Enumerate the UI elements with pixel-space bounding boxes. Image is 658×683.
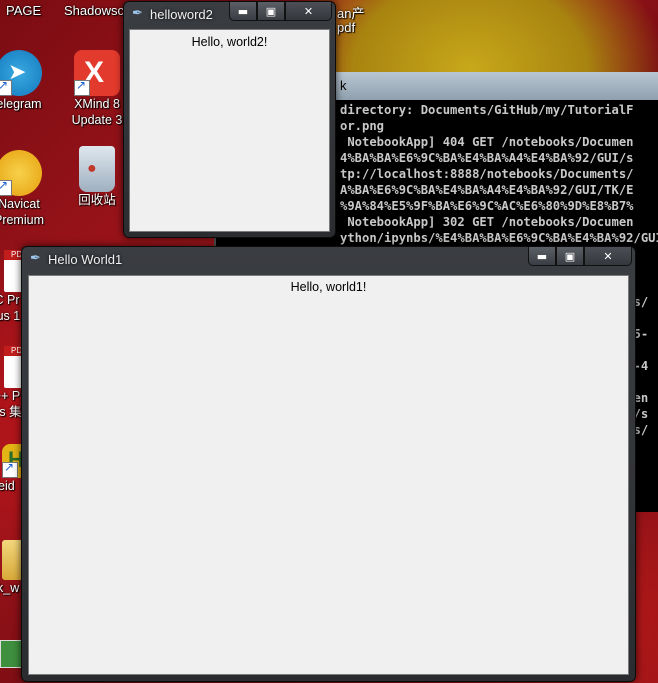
window-client-area[interactable]: Hello, world2!: [129, 29, 330, 232]
desktop-icon-telegram[interactable]: ➤ elegram: [0, 50, 52, 112]
desktop-icon-xmind[interactable]: X XMind 8 Update 3: [64, 50, 130, 128]
feather-icon: ✒: [30, 251, 41, 266]
shortcut-arrow-icon: [0, 178, 12, 196]
close-button[interactable]: ✕: [584, 247, 632, 266]
close-button[interactable]: ✕: [285, 2, 332, 21]
desktop-icon-recycle-bin[interactable]: ● 回收站: [64, 146, 130, 208]
shortcut-arrow-icon: [2, 460, 18, 478]
shortcut-arrow-icon: [74, 78, 90, 96]
recycle-bin-icon: ●: [79, 146, 115, 192]
window-hello-world1[interactable]: ✒ Hello World1 ▬ ▣ ✕ Hello, world1!: [21, 246, 636, 682]
xmind-icon: X: [74, 50, 120, 96]
minimize-button[interactable]: ▬: [528, 247, 556, 266]
feather-icon: ✒: [132, 6, 143, 21]
hello-label: Hello, world2!: [191, 35, 268, 49]
shortcut-arrow-icon: [0, 78, 12, 96]
window-title: helloword2: [150, 7, 213, 22]
maximize-button[interactable]: ▣: [556, 247, 584, 266]
desktop-icon-label: Update 3: [71, 113, 123, 127]
desktop-icon-label: Navicat: [0, 197, 40, 211]
minimize-button[interactable]: ▬: [229, 2, 257, 21]
window-helloword2[interactable]: ✒ helloword2 ▬ ▣ ✕ Hello, world2!: [123, 1, 336, 238]
spreadsheet-icon[interactable]: [0, 640, 22, 668]
window-controls: ▬ ▣ ✕: [528, 247, 632, 266]
desktop-icon-label: elegram: [0, 97, 42, 111]
telegram-icon: ➤: [0, 50, 42, 96]
desktop-icon-label: XMind 8: [74, 97, 120, 111]
desktop-icon-label: 回收站: [78, 193, 116, 207]
window-title: Hello World1: [48, 252, 123, 267]
window-client-area[interactable]: Hello, world1!: [28, 275, 629, 675]
taskbar-item-file-ext[interactable]: pdf: [337, 20, 355, 35]
desktop-icon-navicat[interactable]: Navicat Premium: [0, 150, 52, 228]
maximize-button[interactable]: ▣: [257, 2, 285, 21]
taskbar-item-shadowsocks[interactable]: Shadowsc: [64, 3, 124, 18]
console-title: k: [340, 78, 347, 93]
navicat-icon: [0, 150, 42, 196]
window-controls: ▬ ▣ ✕: [229, 2, 332, 21]
hello-label: Hello, world1!: [290, 280, 367, 294]
taskbar-item-page[interactable]: PAGE: [6, 3, 41, 18]
desktop-icon-label: Premium: [0, 213, 44, 227]
